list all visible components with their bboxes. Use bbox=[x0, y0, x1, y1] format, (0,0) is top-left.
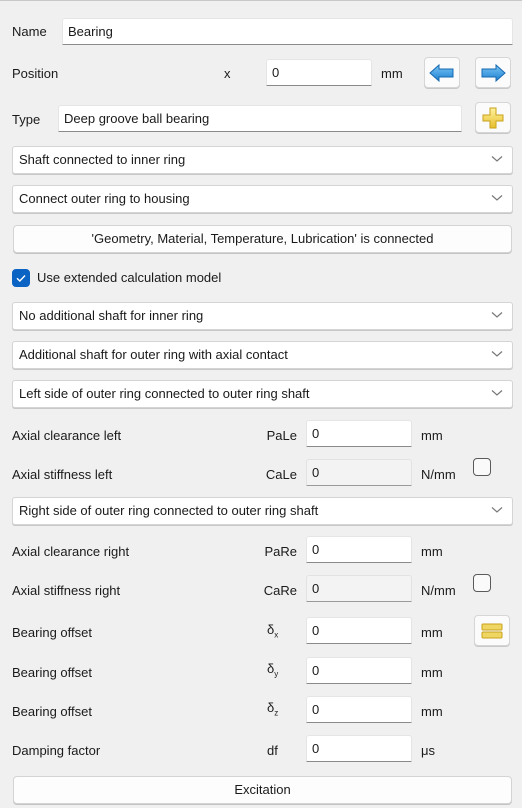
axial-stiffness-right-checkbox[interactable] bbox=[473, 574, 491, 592]
axial-stiffness-left-input[interactable]: 0 bbox=[306, 459, 412, 486]
outer-ring-connection-value: Connect outer ring to housing bbox=[19, 191, 190, 206]
plus-icon bbox=[482, 107, 504, 128]
axial-clearance-left-input[interactable]: 0 bbox=[306, 420, 412, 447]
axial-stiffness-left-checkbox[interactable] bbox=[473, 458, 491, 476]
bearing-offset-y-label: Bearing offset bbox=[12, 665, 92, 680]
bearing-offset-z-input[interactable]: 0 bbox=[306, 696, 412, 723]
axial-stiffness-right-unit: N/mm bbox=[421, 583, 456, 598]
shaft-connection-select[interactable]: Shaft connected to inner ring bbox=[12, 146, 513, 174]
bearing-offset-x-input[interactable]: 0 bbox=[306, 617, 412, 644]
inner-ring-shaft-select[interactable]: No additional shaft for inner ring bbox=[12, 302, 513, 330]
bearing-offset-y-input[interactable]: 0 bbox=[306, 657, 412, 684]
chevron-down-icon bbox=[491, 195, 503, 201]
axial-stiffness-left-unit: N/mm bbox=[421, 467, 456, 482]
left-side-connection-value: Left side of outer ring connected to out… bbox=[19, 386, 310, 401]
outer-ring-shaft-select[interactable]: Additional shaft for outer ring with axi… bbox=[12, 341, 513, 369]
chevron-down-icon bbox=[491, 156, 503, 162]
subscript: y bbox=[274, 669, 279, 679]
chevron-down-icon bbox=[491, 390, 503, 396]
axial-stiffness-left-symbol: CaLe bbox=[265, 467, 297, 482]
damping-factor-symbol: df bbox=[267, 743, 278, 758]
extended-model-label: Use extended calculation model bbox=[37, 270, 222, 285]
extended-model-checkbox[interactable] bbox=[12, 269, 30, 287]
right-side-connection-select[interactable]: Right side of outer ring connected to ou… bbox=[12, 497, 513, 525]
name-input[interactable]: Bearing bbox=[62, 18, 513, 45]
axial-clearance-left-label: Axial clearance left bbox=[12, 428, 122, 443]
subscript: x bbox=[274, 630, 279, 640]
checkmark-icon bbox=[16, 275, 26, 283]
right-side-connection-value: Right side of outer ring connected to ou… bbox=[19, 503, 319, 518]
subscript: z bbox=[274, 708, 279, 718]
name-label: Name bbox=[12, 24, 47, 39]
equal-bars-icon bbox=[481, 623, 503, 638]
damping-factor-input[interactable]: 0 bbox=[306, 735, 412, 762]
axial-stiffness-right-symbol: CaRe bbox=[263, 583, 297, 598]
position-unit: mm bbox=[381, 66, 403, 81]
excitation-button[interactable]: Excitation bbox=[13, 776, 512, 804]
damping-factor-unit: μs bbox=[421, 743, 435, 758]
type-label: Type bbox=[12, 112, 41, 127]
arrow-left-icon bbox=[429, 63, 454, 82]
bearing-offset-y-unit: mm bbox=[421, 665, 443, 680]
axial-clearance-right-input[interactable]: 0 bbox=[306, 536, 412, 563]
position-input[interactable]: 0 bbox=[266, 59, 372, 86]
shaft-connection-value: Shaft connected to inner ring bbox=[19, 152, 186, 167]
axial-stiffness-right-label: Axial stiffness right bbox=[12, 583, 121, 598]
chevron-down-icon bbox=[491, 351, 503, 357]
axial-clearance-left-symbol: PaLe bbox=[266, 428, 297, 443]
outer-ring-connection-select[interactable]: Connect outer ring to housing bbox=[12, 185, 513, 213]
bearing-offset-x-unit: mm bbox=[421, 625, 443, 640]
chevron-down-icon bbox=[491, 507, 503, 513]
axial-clearance-right-symbol: PaRe bbox=[264, 544, 297, 559]
position-symbol: x bbox=[224, 66, 231, 81]
bearing-offset-x-symbol: δx bbox=[267, 622, 278, 644]
bearing-offset-z-symbol: δz bbox=[267, 700, 278, 722]
type-input[interactable]: Deep groove ball bearing bbox=[58, 105, 462, 132]
axial-clearance-right-label: Axial clearance right bbox=[12, 544, 130, 559]
bearing-offset-z-label: Bearing offset bbox=[12, 704, 92, 719]
add-type-button[interactable] bbox=[475, 102, 511, 133]
connected-data-button[interactable]: 'Geometry, Material, Temperature, Lubric… bbox=[13, 225, 512, 253]
next-position-button[interactable] bbox=[475, 57, 511, 88]
outer-ring-shaft-value: Additional shaft for outer ring with axi… bbox=[19, 347, 288, 362]
damping-factor-label: Damping factor bbox=[12, 743, 101, 758]
inner-ring-shaft-value: No additional shaft for inner ring bbox=[19, 308, 204, 323]
chevron-down-icon bbox=[491, 312, 503, 318]
offset-options-button[interactable] bbox=[474, 615, 510, 646]
bearing-offset-x-label: Bearing offset bbox=[12, 625, 92, 640]
axial-stiffness-left-label: Axial stiffness left bbox=[12, 467, 113, 482]
axial-stiffness-right-input[interactable]: 0 bbox=[306, 575, 412, 602]
bearing-offset-z-unit: mm bbox=[421, 704, 443, 719]
left-side-connection-select[interactable]: Left side of outer ring connected to out… bbox=[12, 380, 513, 408]
arrow-right-icon bbox=[481, 63, 506, 82]
axial-clearance-right-unit: mm bbox=[421, 544, 443, 559]
position-label: Position bbox=[12, 66, 59, 81]
bearing-offset-y-symbol: δy bbox=[267, 661, 278, 683]
previous-position-button[interactable] bbox=[424, 57, 460, 88]
axial-clearance-left-unit: mm bbox=[421, 428, 443, 443]
